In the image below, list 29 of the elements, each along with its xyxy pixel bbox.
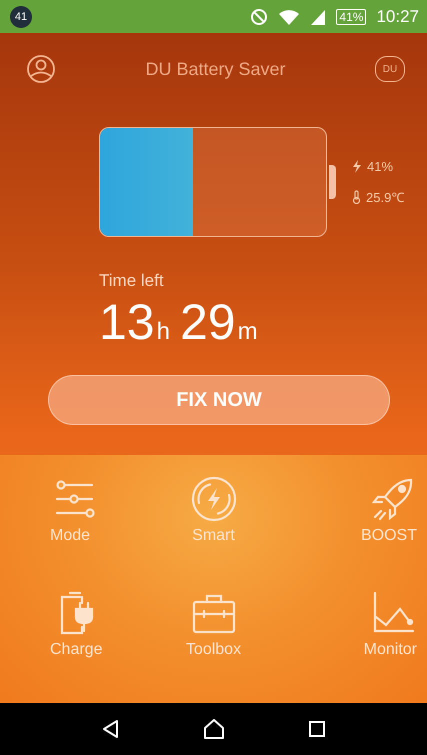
minutes-unit: m	[238, 318, 258, 346]
feature-button[interactable]: Smart	[145, 475, 282, 589]
time-left-label: Time left	[99, 271, 165, 291]
app-title: DU Battery Saver	[145, 58, 286, 80]
charge-percentage: 41%	[367, 158, 394, 174]
thermometer-icon	[352, 190, 361, 204]
do-not-disturb-icon	[250, 8, 268, 26]
feature-button[interactable]: Mode	[8, 475, 145, 589]
battery-indicator: 41%	[336, 8, 366, 24]
recents-icon[interactable]	[308, 720, 326, 738]
notification-badge: 41	[10, 6, 32, 28]
feature-button[interactable]: Monitor	[282, 589, 419, 703]
hours-unit: h	[156, 318, 170, 346]
minutes-value: 29	[180, 293, 236, 351]
lightning-circle-icon	[190, 475, 238, 523]
feature-button[interactable]: Charge	[8, 589, 145, 703]
profile-icon[interactable]	[26, 54, 56, 84]
du-button[interactable]: DU	[374, 56, 405, 82]
feature-button[interactable]: Toolbox	[145, 589, 282, 703]
clock: 10:27	[376, 6, 419, 26]
feature-button[interactable]: BOOST	[282, 475, 419, 589]
lightning-icon	[352, 160, 362, 172]
home-icon[interactable]	[203, 719, 226, 739]
wifi-icon	[278, 8, 300, 26]
battery-tip	[329, 165, 336, 199]
temperature: 25.9℃	[366, 188, 404, 206]
signal-icon	[310, 8, 326, 26]
hours-value: 13	[99, 293, 155, 351]
fix-now-button[interactable]: FIX NOW	[48, 375, 390, 425]
